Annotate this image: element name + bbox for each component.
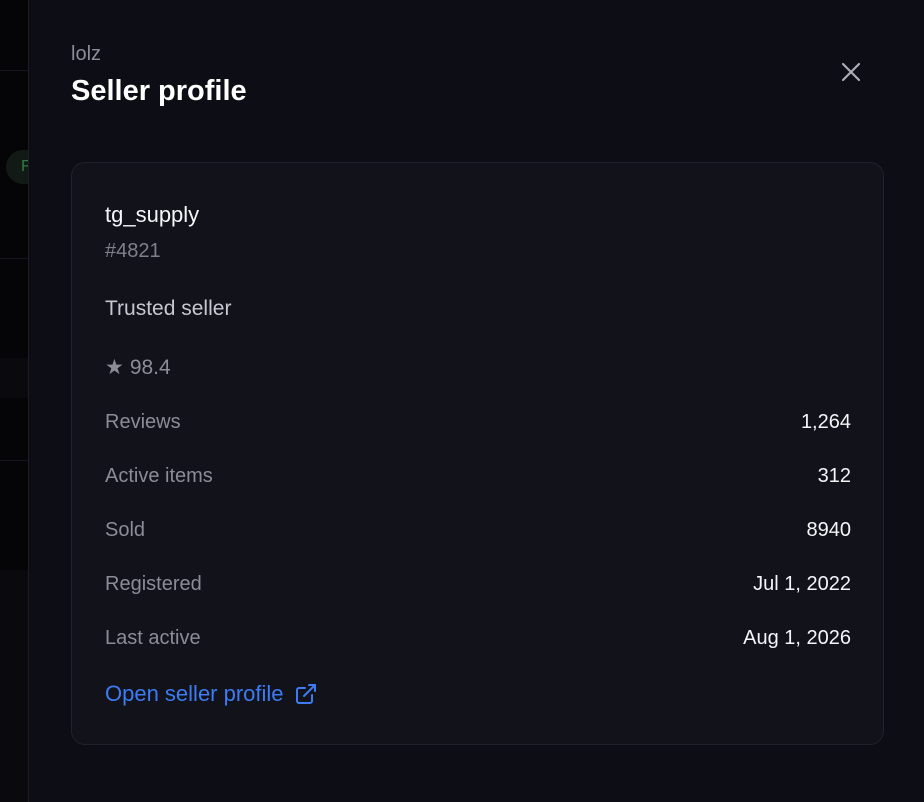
seller-profile-drawer: lolz Seller profile tg_supply #4821 Trus…: [28, 0, 924, 802]
stat-value: Jul 1, 2022: [753, 572, 851, 595]
stat-row-sold: Sold 8940: [105, 515, 851, 545]
background-divider: [0, 258, 28, 259]
stat-value: Aug 1, 2026: [743, 626, 851, 649]
star-icon: ★: [105, 356, 124, 379]
seller-status-badge: Trusted seller: [105, 297, 232, 320]
stat-row-registered: Registered Jul 1, 2022: [105, 569, 851, 599]
background-row: [0, 358, 28, 398]
background-divider: [0, 70, 28, 71]
close-button[interactable]: [835, 56, 867, 88]
drawer-title: Seller profile: [71, 75, 247, 107]
stat-value: 312: [817, 464, 851, 487]
open-seller-profile-link[interactable]: Open seller profile: [105, 681, 318, 707]
stat-label: Reviews: [105, 410, 181, 433]
drawer-subtitle: lolz: [71, 43, 102, 65]
seller-rating: ★ 98.4: [105, 355, 171, 380]
seller-card: tg_supply #4821 Trusted seller ★ 98.4 Rev…: [71, 162, 884, 745]
background-row: [0, 570, 28, 802]
seller-name: tg_supply: [105, 202, 200, 227]
stat-label: Registered: [105, 572, 202, 595]
stat-row-last-active: Last active Aug 1, 2026: [105, 623, 851, 653]
stat-row-active-items: Active items 312: [105, 461, 851, 491]
stat-label: Active items: [105, 464, 213, 487]
background-chip-label: F: [21, 158, 28, 175]
background-page: F: [0, 0, 28, 802]
stat-label: Last active: [105, 626, 201, 649]
rating-value: 98.4: [129, 356, 171, 379]
close-icon: [841, 62, 861, 82]
stat-label: Sold: [105, 518, 146, 541]
stat-value: 1,264: [800, 410, 851, 433]
background-chip: F: [6, 150, 28, 184]
stat-value: 8940: [806, 518, 852, 541]
stat-row-reviews: Reviews 1,264: [105, 407, 851, 437]
background-divider: [0, 460, 28, 461]
external-link-icon: [294, 682, 318, 706]
open-seller-profile-label: Open seller profile: [105, 681, 284, 706]
seller-id: #4821: [105, 240, 161, 262]
